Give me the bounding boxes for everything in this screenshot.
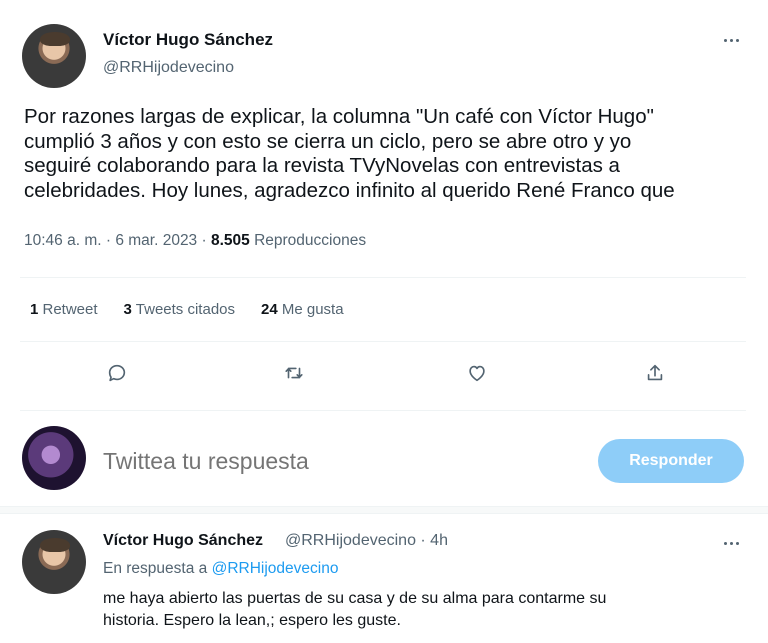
replying-to: En respuesta a @RRHijodevecino [103,560,338,578]
tweet-body: Por razones largas de explicar, la colum… [24,105,675,202]
reply-submit-button[interactable]: Responder [598,439,744,483]
reply-body: me haya abierto las puertas de su casa y… [103,590,607,629]
divider [20,341,746,342]
like-button[interactable] [459,355,495,391]
reply-composer: Responder [0,420,768,500]
reply-author-name[interactable]: Víctor Hugo Sánchez [103,532,263,550]
author-display-name[interactable]: Víctor Hugo Sánchez [103,30,273,50]
quotes-label: Tweets citados [131,301,236,318]
replying-prefix: En respuesta a [103,560,212,577]
tweet-meta: 10:46 a. m. · 6 mar. 2023 · 8.505 Reprod… [24,232,366,250]
retweet-button[interactable] [276,355,312,391]
reply-author-avatar[interactable] [22,530,86,594]
user-avatar[interactable] [22,426,86,490]
retweets-stat[interactable]: 1 Retweet [30,301,98,318]
share-button[interactable] [637,355,673,391]
author-handle[interactable]: @RRHijodevecino [103,59,234,77]
section-separator [0,506,768,514]
reply-input[interactable] [103,448,573,475]
likes-stat[interactable]: 24 Me gusta [261,301,344,318]
tweet-timestamp[interactable]: 10:46 a. m. · 6 mar. 2023 · [24,232,211,249]
tweet-stats: 1 Retweet 3 Tweets citados 24 Me gusta [30,301,344,318]
reply-tweet[interactable]: Víctor Hugo Sánchez @RRHijodevecino · 4h… [0,514,768,643]
author-avatar[interactable] [22,24,86,88]
quotes-count: 3 [123,301,132,318]
reply-more-options-icon[interactable] [716,531,746,555]
likes-label: Me gusta [277,301,344,318]
retweet-icon [285,367,303,379]
replying-to-link[interactable]: @RRHijodevecino [212,560,339,577]
divider [20,410,746,411]
tweet-actions [0,355,768,395]
retweets-label: Retweet [38,301,98,318]
reply-author-handle-time[interactable]: @RRHijodevecino · 4h [285,532,448,550]
likes-count: 24 [261,301,278,318]
like-icon [469,365,485,382]
more-options-icon[interactable] [716,28,746,52]
divider [20,277,746,278]
views-count: 8.505 [210,232,250,249]
reply-icon [108,364,126,382]
reply-button[interactable] [99,355,135,391]
quotes-stat[interactable]: 3 Tweets citados [124,301,235,318]
views-label: Reproducciones [249,232,367,249]
share-icon [647,364,663,381]
